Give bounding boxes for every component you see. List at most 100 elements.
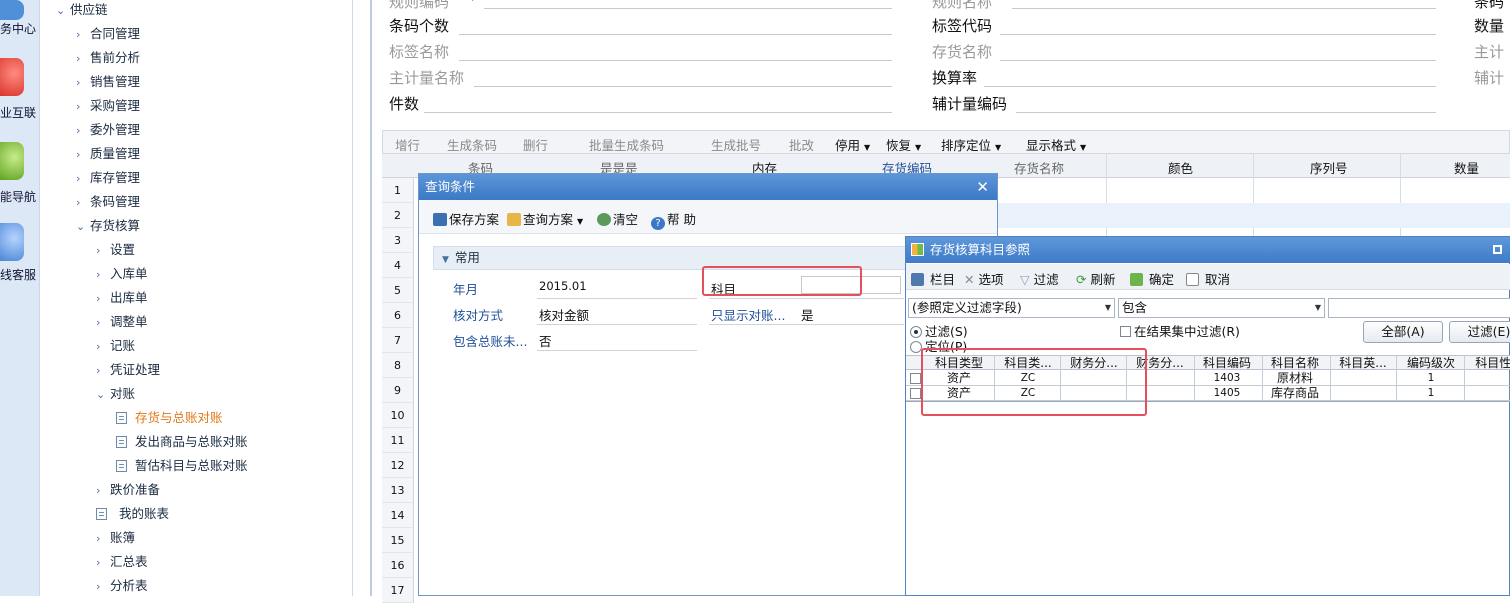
- tree-item-outsourcing[interactable]: › 委外管理: [76, 118, 140, 142]
- field-main-unit[interactable]: [474, 86, 892, 87]
- tree-item-contract[interactable]: › 合同管理: [76, 22, 140, 46]
- grid-row-selected[interactable]: [998, 203, 1510, 228]
- tree-item-posting[interactable]: › 记账: [96, 334, 135, 358]
- row-number[interactable]: 7: [382, 328, 414, 353]
- display-format-button[interactable]: 显示格式 ▼: [1026, 135, 1086, 154]
- generate-barcode-button[interactable]: 生成条码: [447, 135, 497, 154]
- tree-item-shipped-gl-reconcile[interactable]: 发出商品与总账对账: [116, 430, 248, 454]
- tree-item-my-reports[interactable]: 我的账表: [96, 502, 169, 526]
- confirm-button[interactable]: 确定: [1130, 269, 1174, 288]
- tree-item-barcode[interactable]: › 条码管理: [76, 190, 140, 214]
- row-number[interactable]: 9: [382, 378, 414, 403]
- tree-item-settings[interactable]: › 设置: [96, 238, 135, 262]
- sort-locate-button[interactable]: 排序定位 ▼: [941, 135, 1001, 154]
- row-number[interactable]: 12: [382, 453, 414, 478]
- service-center-icon[interactable]: [0, 0, 24, 20]
- restore-button[interactable]: 恢复 ▼: [886, 135, 921, 154]
- filter-value-input[interactable]: [1328, 298, 1510, 318]
- filter-button[interactable]: ▽ 过滤: [1020, 269, 1059, 288]
- clear-button[interactable]: 清空: [597, 209, 638, 228]
- col-header-serial[interactable]: 序列号: [1310, 158, 1348, 177]
- row-number[interactable]: 11: [382, 428, 414, 453]
- tree-item-adjustment[interactable]: › 调整单: [96, 310, 148, 334]
- tree-item-presales[interactable]: › 售前分析: [76, 46, 140, 70]
- field-barcode-count[interactable]: [459, 34, 892, 35]
- navigation-icon[interactable]: [0, 142, 24, 180]
- rail-label-customer-service[interactable]: 线客服: [0, 266, 40, 283]
- batch-edit-button[interactable]: 批改: [789, 135, 814, 154]
- tree-item-inbound[interactable]: › 入库单: [96, 262, 148, 286]
- field-item-name[interactable]: [1000, 60, 1436, 61]
- cancel-button[interactable]: 取消: [1186, 269, 1230, 288]
- row-number[interactable]: 3: [382, 228, 414, 253]
- tree-item-inventory-accounting[interactable]: ⌄ 存货核算: [76, 214, 140, 238]
- row-number[interactable]: 1: [382, 178, 414, 203]
- row-select-checkbox[interactable]: [910, 388, 921, 399]
- col-header-quantity[interactable]: 数量: [1454, 158, 1479, 177]
- col-subject-code[interactable]: 科目编码: [1194, 356, 1260, 370]
- maximize-icon[interactable]: [1493, 245, 1502, 254]
- row-number[interactable]: 5: [382, 278, 414, 303]
- columns-button[interactable]: 栏目: [911, 269, 955, 288]
- tree-item-inventory[interactable]: › 库存管理: [76, 166, 140, 190]
- show-all-button[interactable]: 全部(A): [1363, 321, 1443, 343]
- connect-icon[interactable]: [0, 58, 24, 96]
- tree-item-sales[interactable]: › 销售管理: [76, 70, 140, 94]
- filter-in-result-checkbox[interactable]: 在结果集中过滤(R): [1120, 321, 1240, 340]
- disable-button[interactable]: 停用 ▼: [835, 135, 870, 154]
- tree-item-analysis[interactable]: › 分析表: [96, 574, 148, 598]
- row-number[interactable]: 6: [382, 303, 414, 328]
- field-aux-unit-code[interactable]: [1016, 112, 1436, 113]
- field-tag-name[interactable]: [459, 60, 892, 61]
- tree-item-quality[interactable]: › 质量管理: [76, 142, 140, 166]
- include-gl-field[interactable]: 否: [539, 331, 552, 350]
- check-method-field[interactable]: 核对金额: [539, 305, 589, 324]
- tree-item-purchase[interactable]: › 采购管理: [76, 94, 140, 118]
- rail-label-service[interactable]: 务中心: [0, 20, 40, 37]
- row-select-checkbox[interactable]: [910, 373, 921, 384]
- row-number[interactable]: 10: [382, 403, 414, 428]
- delete-row-button[interactable]: 删行: [523, 135, 548, 154]
- apply-filter-button[interactable]: 过滤(E): [1449, 321, 1510, 343]
- field-rule-code[interactable]: [484, 8, 892, 9]
- close-icon[interactable]: ✕: [976, 174, 989, 200]
- customer-service-icon[interactable]: [0, 223, 24, 261]
- add-row-button[interactable]: 增行: [395, 135, 420, 154]
- col-subject-english[interactable]: 科目英...: [1330, 356, 1396, 370]
- row-number[interactable]: 2: [382, 203, 414, 228]
- filter-field-select[interactable]: (参照定义过滤字段) ▼: [908, 298, 1115, 318]
- filter-operator-select[interactable]: 包含 ▼: [1118, 298, 1325, 318]
- row-number[interactable]: 8: [382, 353, 414, 378]
- options-button[interactable]: ✕ 选项: [964, 269, 1003, 288]
- row-number[interactable]: 13: [382, 478, 414, 503]
- only-show-field[interactable]: 是: [801, 305, 814, 324]
- tree-item-estimate-gl-reconcile[interactable]: 暂估科目与总账对账: [116, 454, 248, 478]
- col-header-item-name[interactable]: 存货名称: [1014, 158, 1064, 177]
- splitter[interactable]: [352, 0, 370, 596]
- row-number[interactable]: 4: [382, 253, 414, 278]
- rail-label-connect[interactable]: 业互联: [0, 104, 40, 121]
- tree-item-summary[interactable]: › 汇总表: [96, 550, 148, 574]
- row-number[interactable]: 16: [382, 553, 414, 578]
- batch-generate-barcode-button[interactable]: 批量生成条码: [589, 135, 664, 154]
- field-tag-code[interactable]: [1000, 34, 1436, 35]
- generate-batch-button[interactable]: 生成批号: [711, 135, 761, 154]
- save-scheme-button[interactable]: 保存方案: [433, 209, 499, 228]
- refresh-button[interactable]: ⟳ 刷新: [1076, 269, 1115, 288]
- tree-item-impairment[interactable]: › 跌价准备: [96, 478, 160, 502]
- query-scheme-button[interactable]: 查询方案 ▼: [507, 209, 583, 228]
- tree-item-outbound[interactable]: › 出库单: [96, 286, 148, 310]
- col-code-level[interactable]: 编码级次: [1398, 356, 1464, 370]
- tree-item-reconcile[interactable]: ⌄ 对账: [96, 382, 135, 406]
- row-number[interactable]: 15: [382, 528, 414, 553]
- help-button[interactable]: ? 帮 助: [651, 209, 696, 230]
- field-pieces[interactable]: [424, 112, 892, 113]
- row-number[interactable]: 17: [382, 578, 414, 603]
- year-month-field[interactable]: 2015.01: [539, 279, 587, 293]
- field-conversion-rate[interactable]: [984, 86, 1436, 87]
- tree-item-voucher[interactable]: › 凭证处理: [96, 358, 160, 382]
- rail-label-navigation[interactable]: 能导航: [0, 188, 40, 205]
- tree-item-inventory-gl-reconcile[interactable]: 存货与总账对账: [116, 406, 223, 430]
- col-subject-name[interactable]: 科目名称: [1262, 356, 1328, 370]
- tree-root[interactable]: ⌄ 供应链: [56, 0, 108, 22]
